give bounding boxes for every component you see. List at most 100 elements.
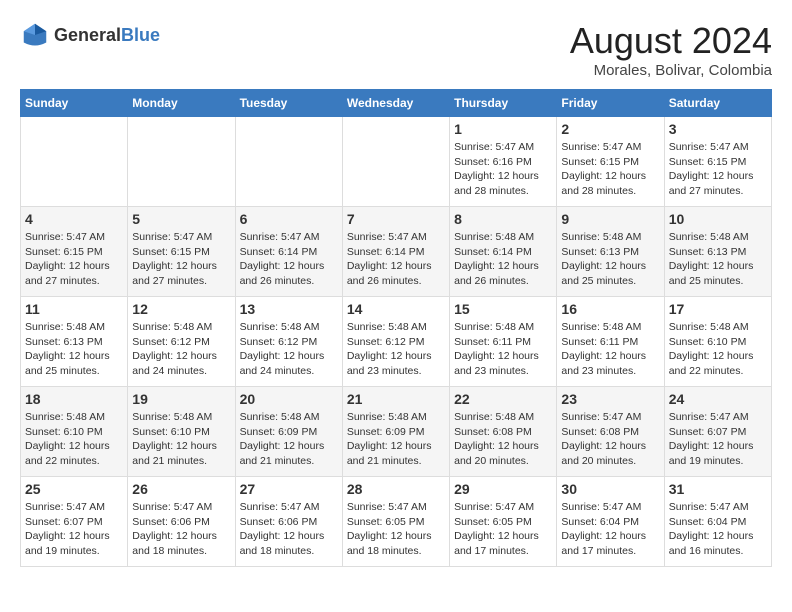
day-info: Sunrise: 5:48 AM Sunset: 6:14 PM Dayligh…	[454, 230, 552, 289]
calendar-cell	[235, 117, 342, 207]
day-info: Sunrise: 5:48 AM Sunset: 6:13 PM Dayligh…	[25, 320, 123, 379]
day-number: 31	[669, 481, 767, 497]
calendar-cell: 21 Sunrise: 5:48 AM Sunset: 6:09 PM Dayli…	[342, 387, 449, 477]
calendar-cell: 31Sunrise: 5:47 AM Sunset: 6:04 PM Dayli…	[664, 477, 771, 567]
col-header-saturday: Saturday	[664, 90, 771, 117]
calendar-cell: 26 Sunrise: 5:47 AM Sunset: 6:06 PM Dayli…	[128, 477, 235, 567]
week-row-5: 25 Sunrise: 5:47 AM Sunset: 6:07 PM Dayli…	[21, 477, 772, 567]
day-info: Sunrise: 5:48 AM Sunset: 6:12 PM Dayligh…	[132, 320, 230, 379]
day-number: 30	[561, 481, 659, 497]
day-info: Sunrise: 5:48 AM Sunset: 6:09 PM Dayligh…	[347, 410, 445, 469]
day-number: 24	[669, 391, 767, 407]
day-number: 15	[454, 301, 552, 317]
day-number: 4	[25, 211, 123, 227]
day-info: Sunrise: 5:47 AM Sunset: 6:16 PM Dayligh…	[454, 140, 552, 199]
calendar-cell: 2Sunrise: 5:47 AM Sunset: 6:15 PM Daylig…	[557, 117, 664, 207]
col-header-wednesday: Wednesday	[342, 90, 449, 117]
calendar-cell: 7 Sunrise: 5:47 AM Sunset: 6:14 PM Daylig…	[342, 207, 449, 297]
calendar-cell: 6 Sunrise: 5:47 AM Sunset: 6:14 PM Daylig…	[235, 207, 342, 297]
day-info: Sunrise: 5:47 AM Sunset: 6:07 PM Dayligh…	[669, 410, 767, 469]
header-row: SundayMondayTuesdayWednesdayThursdayFrid…	[21, 90, 772, 117]
calendar-cell: 29Sunrise: 5:47 AM Sunset: 6:05 PM Dayli…	[450, 477, 557, 567]
day-info: Sunrise: 5:48 AM Sunset: 6:10 PM Dayligh…	[132, 410, 230, 469]
day-info: Sunrise: 5:47 AM Sunset: 6:04 PM Dayligh…	[561, 500, 659, 559]
header: GeneralBlue August 2024 Morales, Bolivar…	[20, 20, 772, 79]
calendar-cell: 14 Sunrise: 5:48 AM Sunset: 6:12 PM Dayli…	[342, 297, 449, 387]
day-info: Sunrise: 5:47 AM Sunset: 6:14 PM Dayligh…	[240, 230, 338, 289]
day-number: 28	[347, 481, 445, 497]
day-number: 20	[240, 391, 338, 407]
calendar-cell: 20 Sunrise: 5:48 AM Sunset: 6:09 PM Dayli…	[235, 387, 342, 477]
calendar-cell: 3Sunrise: 5:47 AM Sunset: 6:15 PM Daylig…	[664, 117, 771, 207]
day-info: Sunrise: 5:48 AM Sunset: 6:12 PM Dayligh…	[347, 320, 445, 379]
subtitle: Morales, Bolivar, Colombia	[570, 62, 772, 79]
calendar-cell: 8 Sunrise: 5:48 AM Sunset: 6:14 PM Daylig…	[450, 207, 557, 297]
calendar-cell: 9Sunrise: 5:48 AM Sunset: 6:13 PM Daylig…	[557, 207, 664, 297]
day-number: 26	[132, 481, 230, 497]
calendar-cell: 10 Sunrise: 5:48 AM Sunset: 6:13 PM Dayli…	[664, 207, 771, 297]
day-number: 5	[132, 211, 230, 227]
day-info: Sunrise: 5:48 AM Sunset: 6:12 PM Dayligh…	[240, 320, 338, 379]
calendar-cell: 22 Sunrise: 5:48 AM Sunset: 6:08 PM Dayli…	[450, 387, 557, 477]
week-row-2: 4Sunrise: 5:47 AM Sunset: 6:15 PM Daylig…	[21, 207, 772, 297]
week-row-1: 1 Sunrise: 5:47 AM Sunset: 6:16 PM Daylig…	[21, 117, 772, 207]
main-title: August 2024	[570, 20, 772, 62]
calendar-cell: 1 Sunrise: 5:47 AM Sunset: 6:16 PM Daylig…	[450, 117, 557, 207]
calendar-cell: 12 Sunrise: 5:48 AM Sunset: 6:12 PM Dayli…	[128, 297, 235, 387]
calendar-cell	[342, 117, 449, 207]
day-number: 14	[347, 301, 445, 317]
calendar-cell: 18 Sunrise: 5:48 AM Sunset: 6:10 PM Dayli…	[21, 387, 128, 477]
calendar-cell: 17Sunrise: 5:48 AM Sunset: 6:10 PM Dayli…	[664, 297, 771, 387]
calendar-table: SundayMondayTuesdayWednesdayThursdayFrid…	[20, 89, 772, 567]
calendar-cell: 11Sunrise: 5:48 AM Sunset: 6:13 PM Dayli…	[21, 297, 128, 387]
day-number: 9	[561, 211, 659, 227]
calendar-cell: 27Sunrise: 5:47 AM Sunset: 6:06 PM Dayli…	[235, 477, 342, 567]
calendar-cell	[21, 117, 128, 207]
calendar-cell: 13Sunrise: 5:48 AM Sunset: 6:12 PM Dayli…	[235, 297, 342, 387]
day-number: 18	[25, 391, 123, 407]
col-header-tuesday: Tuesday	[235, 90, 342, 117]
col-header-thursday: Thursday	[450, 90, 557, 117]
calendar-cell: 25 Sunrise: 5:47 AM Sunset: 6:07 PM Dayli…	[21, 477, 128, 567]
logo-icon	[20, 20, 50, 50]
day-info: Sunrise: 5:48 AM Sunset: 6:10 PM Dayligh…	[25, 410, 123, 469]
calendar-cell: 16 Sunrise: 5:48 AM Sunset: 6:11 PM Dayli…	[557, 297, 664, 387]
day-number: 23	[561, 391, 659, 407]
calendar-cell: 23 Sunrise: 5:47 AM Sunset: 6:08 PM Dayli…	[557, 387, 664, 477]
calendar-cell: 4Sunrise: 5:47 AM Sunset: 6:15 PM Daylig…	[21, 207, 128, 297]
day-info: Sunrise: 5:47 AM Sunset: 6:15 PM Dayligh…	[561, 140, 659, 199]
calendar-cell	[128, 117, 235, 207]
day-info: Sunrise: 5:48 AM Sunset: 6:13 PM Dayligh…	[669, 230, 767, 289]
day-number: 12	[132, 301, 230, 317]
day-info: Sunrise: 5:47 AM Sunset: 6:07 PM Dayligh…	[25, 500, 123, 559]
col-header-monday: Monday	[128, 90, 235, 117]
day-info: Sunrise: 5:47 AM Sunset: 6:08 PM Dayligh…	[561, 410, 659, 469]
day-info: Sunrise: 5:47 AM Sunset: 6:05 PM Dayligh…	[454, 500, 552, 559]
day-number: 3	[669, 121, 767, 137]
day-info: Sunrise: 5:48 AM Sunset: 6:09 PM Dayligh…	[240, 410, 338, 469]
week-row-3: 11Sunrise: 5:48 AM Sunset: 6:13 PM Dayli…	[21, 297, 772, 387]
day-info: Sunrise: 5:47 AM Sunset: 6:06 PM Dayligh…	[132, 500, 230, 559]
week-row-4: 18 Sunrise: 5:48 AM Sunset: 6:10 PM Dayli…	[21, 387, 772, 477]
day-number: 7	[347, 211, 445, 227]
day-number: 8	[454, 211, 552, 227]
day-info: Sunrise: 5:47 AM Sunset: 6:06 PM Dayligh…	[240, 500, 338, 559]
day-info: Sunrise: 5:48 AM Sunset: 6:08 PM Dayligh…	[454, 410, 552, 469]
title-area: August 2024 Morales, Bolivar, Colombia	[570, 20, 772, 79]
day-number: 10	[669, 211, 767, 227]
day-info: Sunrise: 5:48 AM Sunset: 6:11 PM Dayligh…	[454, 320, 552, 379]
day-info: Sunrise: 5:47 AM Sunset: 6:05 PM Dayligh…	[347, 500, 445, 559]
day-number: 21	[347, 391, 445, 407]
day-number: 25	[25, 481, 123, 497]
day-number: 22	[454, 391, 552, 407]
day-number: 16	[561, 301, 659, 317]
day-number: 1	[454, 121, 552, 137]
day-number: 6	[240, 211, 338, 227]
calendar-cell: 5Sunrise: 5:47 AM Sunset: 6:15 PM Daylig…	[128, 207, 235, 297]
calendar-cell: 28 Sunrise: 5:47 AM Sunset: 6:05 PM Dayli…	[342, 477, 449, 567]
day-info: Sunrise: 5:47 AM Sunset: 6:14 PM Dayligh…	[347, 230, 445, 289]
day-info: Sunrise: 5:48 AM Sunset: 6:11 PM Dayligh…	[561, 320, 659, 379]
calendar-cell: 15 Sunrise: 5:48 AM Sunset: 6:11 PM Dayli…	[450, 297, 557, 387]
logo-general: General	[54, 25, 121, 45]
day-info: Sunrise: 5:48 AM Sunset: 6:10 PM Dayligh…	[669, 320, 767, 379]
